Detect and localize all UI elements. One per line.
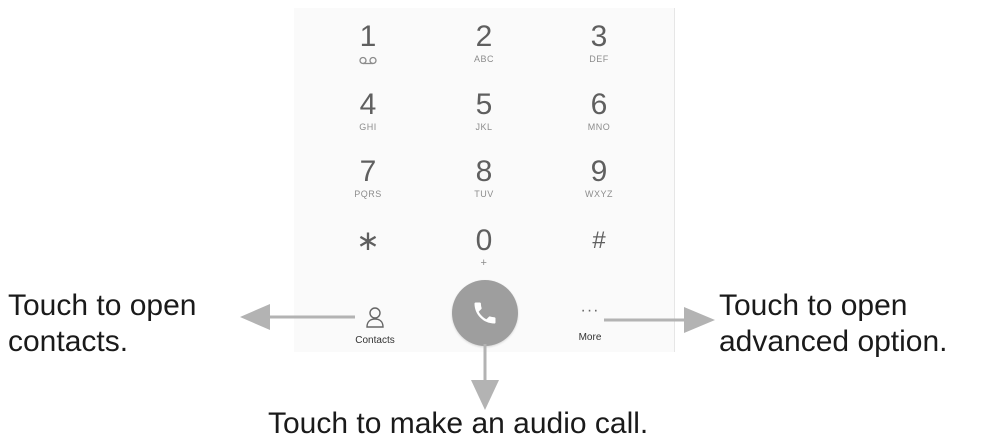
callout-arrows (240, 304, 715, 410)
contacts-callout-line1: Touch to open (8, 289, 197, 322)
more-callout-line1: Touch to open (719, 289, 908, 322)
call-callout-text: Touch to make an audio call. (268, 407, 649, 440)
more-callout: Touch to open advanced option. (719, 288, 948, 360)
contacts-callout: Touch to open contacts. (8, 288, 196, 360)
contacts-callout-line2: contacts. (8, 325, 129, 358)
call-callout: Touch to make an audio call. (268, 406, 648, 442)
more-callout-line2: advanced option. (719, 325, 948, 358)
